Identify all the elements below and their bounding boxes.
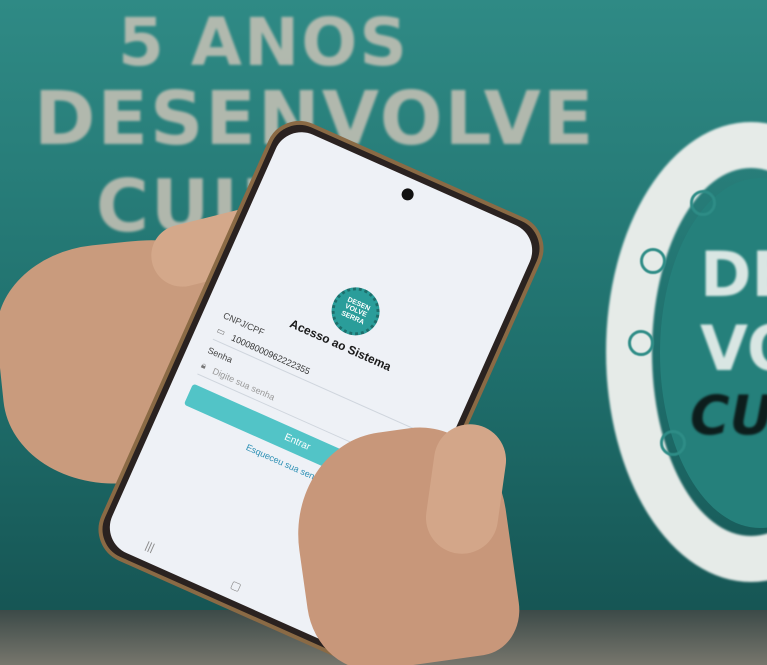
- home-icon[interactable]: ▢: [229, 578, 244, 594]
- photo-scene: 5 ANOS DESENVOLVE CULTU DE VO CUL DESEN …: [0, 0, 767, 665]
- lock-icon: 🔒︎: [199, 359, 209, 371]
- guitar-icon: [660, 430, 686, 456]
- id-card-icon: ▭: [215, 325, 227, 338]
- front-camera: [399, 186, 416, 203]
- background-logo-text-2: VO: [700, 312, 767, 385]
- background-banner-line-1: 5 ANOS: [118, 4, 409, 81]
- recent-apps-icon[interactable]: |||: [143, 540, 156, 555]
- film-reel-icon: [640, 248, 666, 274]
- camera-icon: [628, 330, 654, 356]
- background-logo-text-3: CUL: [690, 384, 767, 447]
- background-logo-text-1: DE: [700, 238, 767, 311]
- speaker-icon: [690, 190, 716, 216]
